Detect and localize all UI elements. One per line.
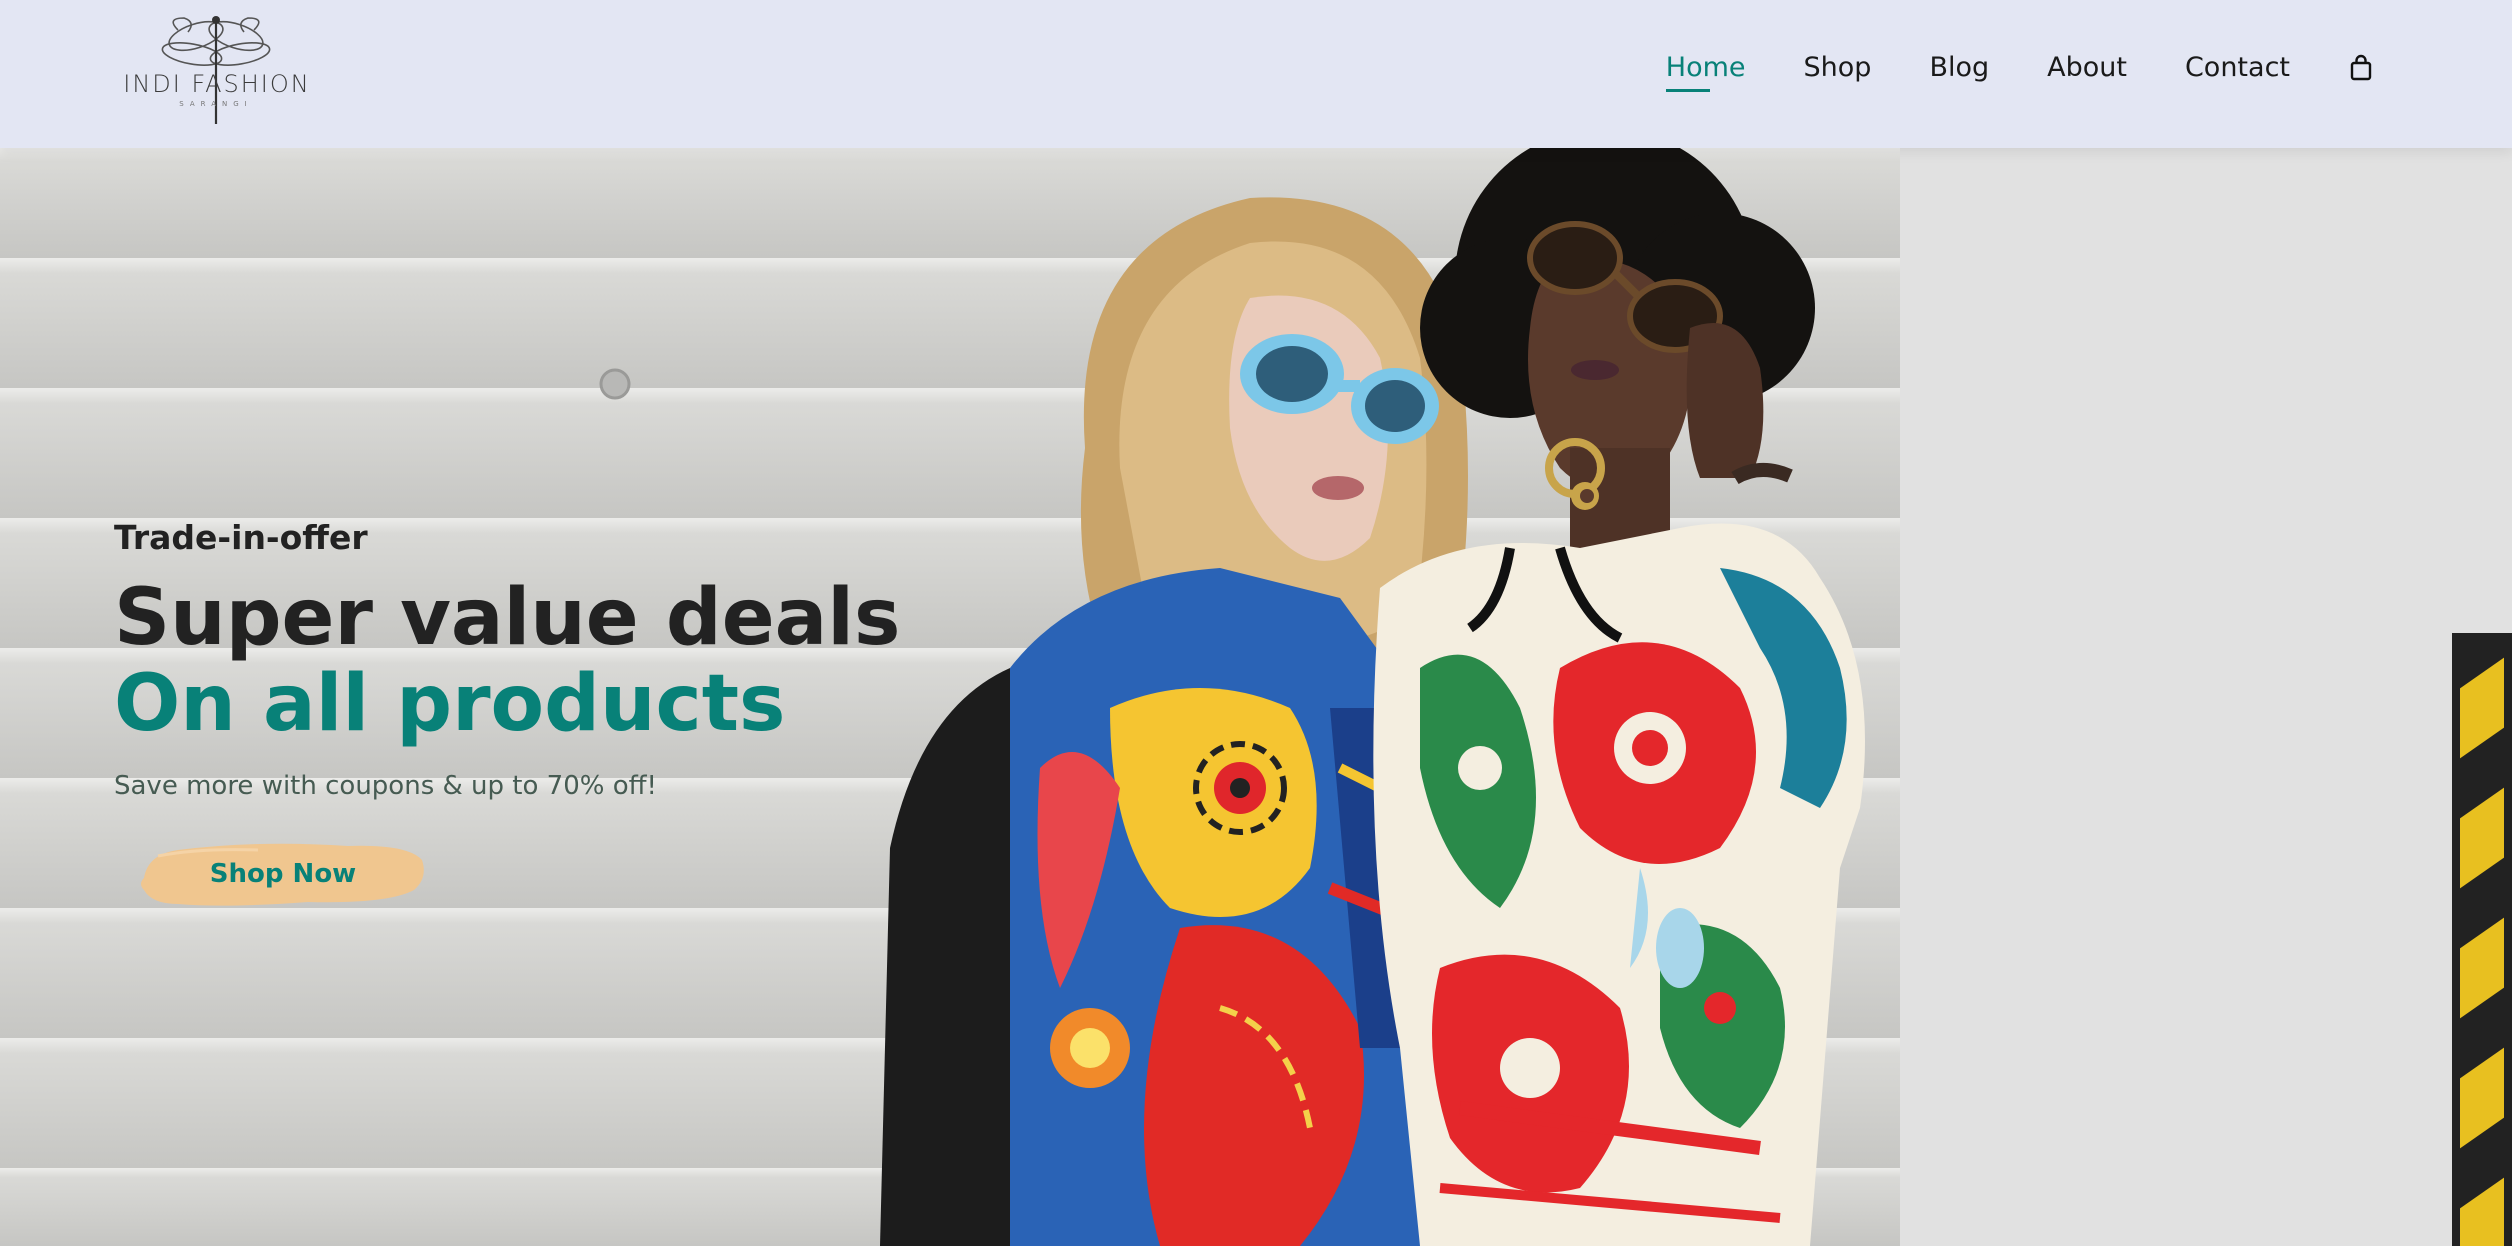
hero-text-block: Trade-in-offer Super value deals On all … — [114, 518, 900, 801]
dragonfly-logo-icon — [161, 16, 271, 124]
hero-subtitle: Trade-in-offer — [114, 518, 368, 557]
hero-description: Save more with coupons & up to 70% off! — [114, 771, 657, 801]
logo-text: INDI FASHION — [123, 70, 311, 98]
site-header: INDI FASHION SARANGI Home Shop Blog Abou… — [0, 0, 2512, 148]
hero-headline: Super value deals — [114, 573, 901, 663]
nav-home[interactable]: Home — [1665, 52, 1746, 92]
logo-subtext: SARANGI — [179, 100, 253, 108]
shop-now-label: Shop Now — [209, 859, 357, 889]
shop-now-button[interactable]: Shop Now — [138, 838, 428, 910]
brand-logo[interactable]: INDI FASHION SARANGI — [118, 10, 314, 128]
hero-headline-accent: On all products — [114, 659, 786, 749]
shopping-bag-icon[interactable] — [2348, 54, 2374, 82]
hero-models-image — [880, 148, 1865, 1246]
hazard-pole — [2452, 633, 2512, 1246]
main-nav: Home Shop Blog About Contact — [1665, 52, 2374, 92]
nav-shop[interactable]: Shop — [1804, 52, 1872, 83]
hero-banner: Trade-in-offer Super value deals On all … — [0, 148, 2512, 1246]
nav-blog[interactable]: Blog — [1929, 52, 1989, 83]
nav-contact[interactable]: Contact — [2185, 52, 2290, 83]
nav-about[interactable]: About — [2047, 52, 2127, 83]
